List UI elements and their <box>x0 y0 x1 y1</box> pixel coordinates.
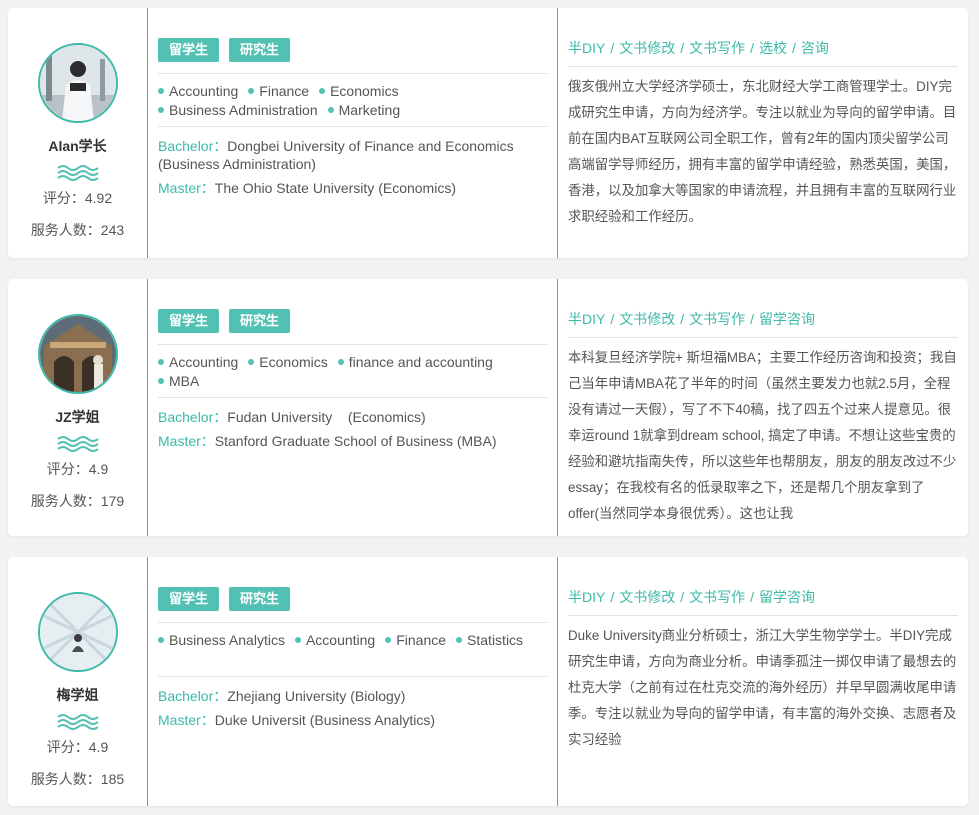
service-link[interactable]: 咨询 <box>801 40 829 56</box>
service-link[interactable]: 文书写作 <box>689 40 745 56</box>
avatar[interactable] <box>37 43 118 123</box>
bachelor-label: Bachelor： <box>158 138 228 154</box>
mentor-bio: 本科复旦经济学院+ 斯坦福MBA；主要工作经历咨询和投资；我自己当年申请MBA花… <box>568 350 957 521</box>
tag: Accounting <box>158 353 238 372</box>
master-school: The Ohio State University (Economics) <box>214 180 456 196</box>
bachelor-line: Bachelor：Fudan University (Economics) <box>158 408 547 426</box>
service-link[interactable]: 文书修改 <box>619 589 675 605</box>
service-link[interactable]: 留学咨询 <box>759 589 815 605</box>
bachelor-line: Bachelor：Zhejiang University (Biology) <box>158 687 547 705</box>
tag: Statistics <box>456 631 523 650</box>
mentor-card[interactable]: JZ学姐 评分：4.9 服务人数：179 留学生 研究生 Accounting … <box>8 279 968 536</box>
wave-icon <box>56 436 99 452</box>
master-line: Master：The Ohio State University (Econom… <box>158 179 547 197</box>
tag: finance and accounting <box>338 353 493 372</box>
mentor-profile: 梅学姐 评分：4.9 服务人数：185 <box>8 557 148 806</box>
badge-study-abroad: 留学生 <box>158 309 220 333</box>
master-label: Master： <box>158 180 215 196</box>
master-school: Duke Universit (Business Analytics) <box>214 712 435 728</box>
service-link[interactable]: 半DIY <box>568 40 605 56</box>
mentor-name: JZ学姐 <box>55 409 100 425</box>
tag: Economics <box>319 82 398 101</box>
mentor-card[interactable]: 梅学姐 评分：4.9 服务人数：185 留学生 研究生 Business Ana… <box>8 557 968 806</box>
mentor-name: 梅学姐 <box>56 687 99 703</box>
service-link[interactable]: 文书写作 <box>689 589 745 605</box>
tag: Economics <box>248 353 327 372</box>
service-link[interactable]: 选校 <box>759 40 787 56</box>
mentor-score: 评分：4.9 <box>46 461 109 477</box>
mentor-details: 留学生 研究生 Accounting Economics finance and… <box>148 279 558 536</box>
mentor-score: 评分：4.9 <box>46 739 109 755</box>
master-school: Stanford Graduate School of Business (MB… <box>214 433 497 449</box>
mentor-card[interactable]: Alan学长 评分：4.92 服务人数：243 留学生 研究生 Accounti… <box>8 8 968 258</box>
bachelor-label: Bachelor： <box>158 688 228 704</box>
mentor-bio-section: 半DIY / 文书修改 / 文书写作 / 留学咨询 本科复旦经济学院+ 斯坦福MBA；主要工… <box>558 279 968 536</box>
mentor-score: 评分：4.92 <box>42 190 113 206</box>
service-link[interactable]: 文书修改 <box>619 311 675 327</box>
mentor-bio-section: 半DIY / 文书修改 / 文书写作 / 留学咨询 Duke University商业分析硕… <box>558 557 968 806</box>
mentor-profile: Alan学长 评分：4.92 服务人数：243 <box>8 8 148 258</box>
tag: Accounting <box>295 631 375 650</box>
tag: Business Administration <box>158 101 318 120</box>
mentor-profile: JZ学姐 评分：4.9 服务人数：179 <box>8 279 148 536</box>
major-tags: Accounting Finance Economics Business Ad… <box>158 73 547 127</box>
tag: Marketing <box>328 101 400 120</box>
mentor-served-count: 服务人数：243 <box>30 222 125 238</box>
mentor-bio-section: 半DIY / 文书修改 / 文书写作 / 选校 / 咨询 俄亥俄州立大学经济学硕士，东北财经大学… <box>558 8 968 258</box>
tag: MBA <box>158 372 199 391</box>
badge-graduate: 研究生 <box>229 587 291 611</box>
major-tags: Business Analytics Accounting Finance St… <box>158 622 547 677</box>
wave-icon <box>56 165 99 181</box>
master-label: Master： <box>158 712 215 728</box>
mentor-served-count: 服务人数：179 <box>30 493 125 509</box>
master-line: Master：Stanford Graduate School of Busin… <box>158 432 547 450</box>
badge-study-abroad: 留学生 <box>158 587 220 611</box>
service-link[interactable]: 文书写作 <box>689 311 745 327</box>
master-line: Master：Duke Universit (Business Analytic… <box>158 711 547 729</box>
avatar[interactable] <box>37 592 118 672</box>
service-link[interactable]: 留学咨询 <box>759 311 815 327</box>
service-link[interactable]: 半DIY <box>568 311 605 327</box>
tag: Finance <box>385 631 446 650</box>
tag: Accounting <box>158 82 238 101</box>
badge-study-abroad: 留学生 <box>158 38 220 62</box>
mentor-details: 留学生 研究生 Accounting Finance Economics Bus… <box>148 8 558 258</box>
tag: Business Analytics <box>158 631 285 650</box>
master-label: Master： <box>158 433 215 449</box>
service-list: 半DIY / 文书修改 / 文书写作 / 留学咨询 <box>568 587 958 616</box>
avatar[interactable] <box>37 314 118 394</box>
major-tags: Accounting Economics finance and account… <box>158 344 547 398</box>
badge-graduate: 研究生 <box>229 309 291 333</box>
bachelor-school: Fudan University (Economics) <box>227 409 426 425</box>
bachelor-school: Zhejiang University (Biology) <box>227 688 406 704</box>
badge-graduate: 研究生 <box>229 38 291 62</box>
bachelor-line: Bachelor：Dongbei University of Finance a… <box>158 137 547 173</box>
service-list: 半DIY / 文书修改 / 文书写作 / 留学咨询 <box>568 309 958 338</box>
service-link[interactable]: 半DIY <box>568 589 605 605</box>
mentor-details: 留学生 研究生 Business Analytics Accounting Fi… <box>148 557 558 806</box>
mentor-bio: Duke University商业分析硕士，浙江大学生物学学士。半DIY完成研究… <box>568 628 957 747</box>
mentor-served-count: 服务人数：185 <box>30 771 125 787</box>
tag: Finance <box>248 82 309 101</box>
wave-icon <box>56 714 99 730</box>
service-link[interactable]: 文书修改 <box>619 40 675 56</box>
service-list: 半DIY / 文书修改 / 文书写作 / 选校 / 咨询 <box>568 38 958 67</box>
mentor-name: Alan学长 <box>48 138 107 154</box>
mentor-bio: 俄亥俄州立大学经济学硕士，东北财经大学工商管理学士。DIY完成研究生申请，方向为… <box>568 79 957 224</box>
bachelor-label: Bachelor： <box>158 409 228 425</box>
